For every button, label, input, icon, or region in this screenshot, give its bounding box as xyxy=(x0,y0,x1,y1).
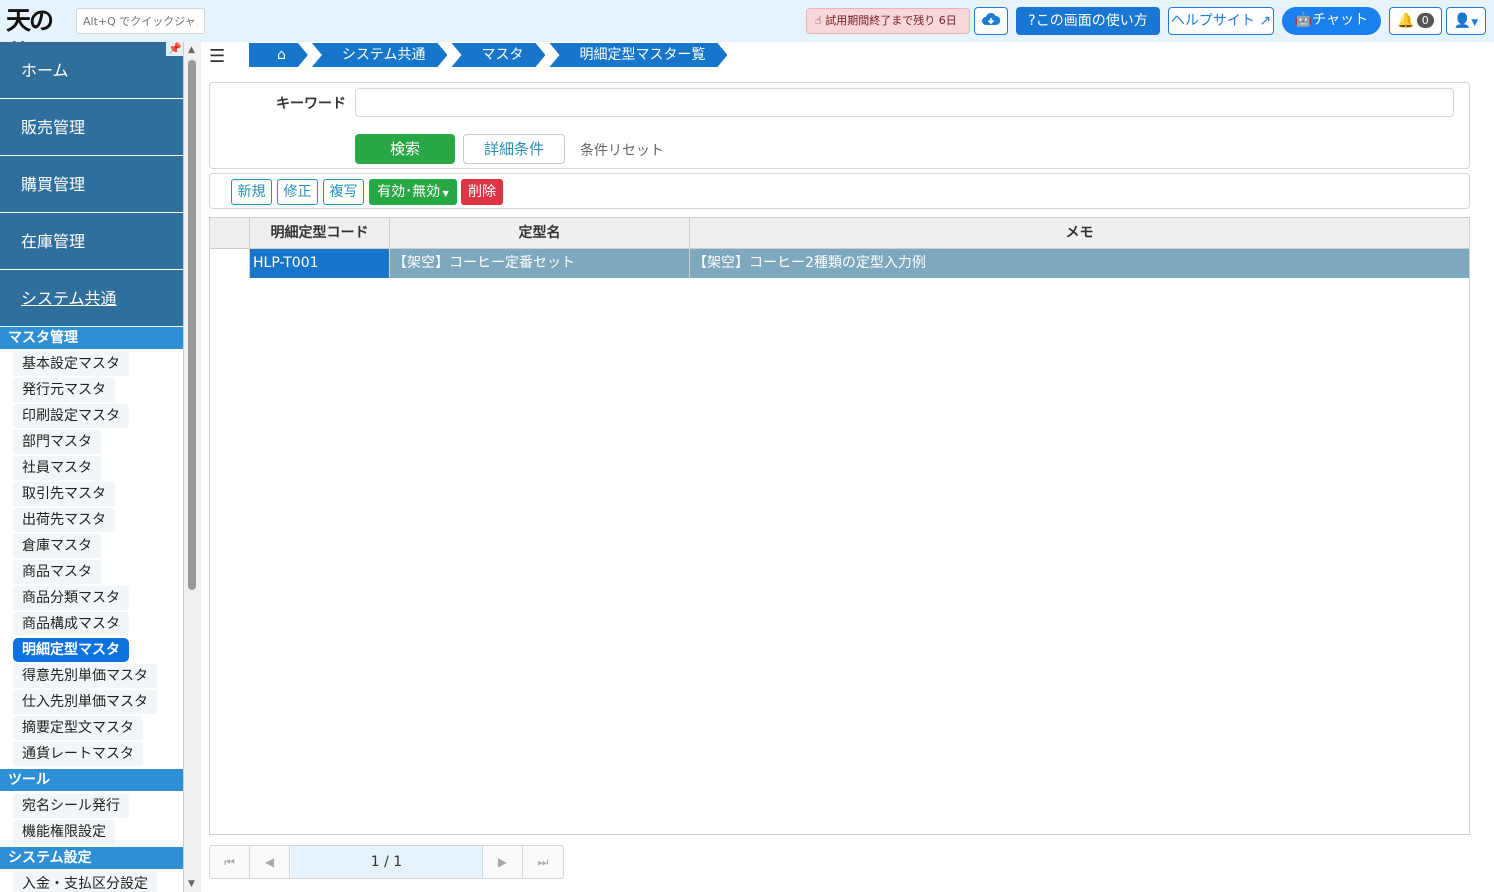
table-row[interactable]: HLP-T001 【架空】コーヒー定番セット 【架空】コーヒー2種類の定型入力例 xyxy=(210,249,1469,278)
scroll-up-icon[interactable]: ▲ xyxy=(188,45,195,55)
copy-button[interactable]: 複写 xyxy=(323,179,364,205)
help-site-label: ヘルプサイト xyxy=(1170,13,1255,29)
section-system-settings: システム設定 xyxy=(0,847,183,869)
column-header[interactable]: 明細定型コード xyxy=(250,218,390,248)
next-page-icon[interactable]: ▶ xyxy=(483,846,523,878)
sidebar-item[interactable]: 倉庫マスタ xyxy=(13,534,101,558)
cell-name[interactable]: 【架空】コーヒー定番セット xyxy=(390,249,690,278)
trial-notice-badge[interactable]: ☝ 試用期間終了まで残り 6日 xyxy=(806,8,970,34)
nav-inventory[interactable]: 在庫管理 xyxy=(0,213,183,270)
breadcrumb-home[interactable]: ⌂ xyxy=(249,43,308,67)
cell-memo[interactable]: 【架空】コーヒー2種類の定型入力例 xyxy=(690,249,1469,278)
search-button[interactable]: 検索 xyxy=(355,134,455,164)
sidebar-item[interactable]: 通貨レートマスタ xyxy=(13,742,143,766)
notification-count: 0 xyxy=(1416,13,1434,28)
search-panel: キーワード 検索 詳細条件 条件リセット xyxy=(209,82,1470,169)
prev-page-icon[interactable]: ◀ xyxy=(250,846,290,878)
sidebar-item[interactable]: 入金・支払区分設定 xyxy=(13,872,157,892)
sidebar-item[interactable]: 部門マスタ xyxy=(13,430,101,454)
cell-code[interactable]: HLP-T001 xyxy=(250,249,390,278)
page-indicator: 1 / 1 xyxy=(291,846,483,878)
breadcrumb-item[interactable]: システム共通 xyxy=(312,43,448,67)
nav-sales[interactable]: 販売管理 xyxy=(0,99,183,156)
hamburger-menu-icon[interactable]: ☰ xyxy=(209,46,225,67)
sidebar-item-active[interactable]: 明細定型マスタ xyxy=(13,638,129,662)
chat-button[interactable]: 🤖チャット xyxy=(1282,7,1381,35)
user-menu-button[interactable]: 👤▼ xyxy=(1446,7,1486,35)
sidebar-item[interactable]: 基本設定マスタ xyxy=(13,352,129,376)
sidebar-item[interactable]: 取引先マスタ xyxy=(13,482,115,506)
quick-jump-input[interactable] xyxy=(76,8,205,34)
scroll-down-icon[interactable]: ▼ xyxy=(188,879,195,889)
nav-purchasing-label: 購買管理 xyxy=(21,175,86,194)
reset-conditions-link[interactable]: 条件リセット xyxy=(580,140,664,160)
sidebar-item[interactable]: 得意先別単価マスタ xyxy=(13,664,157,688)
chat-label: チャット xyxy=(1312,12,1369,28)
pin-icon[interactable]: 📌 xyxy=(166,42,183,56)
nav-home-label: ホーム xyxy=(21,61,69,80)
detail-conditions-button[interactable]: 詳細条件 xyxy=(463,134,565,164)
breadcrumb: ⌂ システム共通 マスタ 明細定型マスター覧 xyxy=(249,43,731,67)
sidebar-item[interactable]: 機能権限設定 xyxy=(13,820,115,844)
breadcrumb-item[interactable]: マスタ xyxy=(451,43,545,67)
keyword-input[interactable] xyxy=(355,88,1454,117)
cloud-download-icon xyxy=(982,12,1001,25)
external-link-icon: ↗ xyxy=(1254,13,1272,29)
hand-pointer-icon: ☝ xyxy=(815,14,822,27)
help-site-button[interactable]: ヘルプサイト ↗ xyxy=(1168,7,1274,35)
sidebar: 📌 ホーム 販売管理 購買管理 在庫管理 システム共通 マスタ管理 基本設定マス… xyxy=(0,42,184,892)
app-logo[interactable]: 天の蔵 xyxy=(6,4,70,69)
toggle-active-button[interactable]: 有効･無効 ▼ xyxy=(369,179,457,205)
bell-icon: 🔔 xyxy=(1397,13,1415,29)
sidebar-item[interactable]: 商品マスタ xyxy=(13,560,101,584)
first-page-icon[interactable]: ⏮ xyxy=(210,846,250,878)
keyword-label: キーワード xyxy=(276,96,346,112)
robot-icon: 🤖 xyxy=(1294,12,1313,28)
how-to-use-button[interactable]: ?この画面の使い方 xyxy=(1016,7,1160,35)
home-icon: ⌂ xyxy=(277,47,286,63)
nav-home[interactable]: ホーム xyxy=(0,42,183,99)
action-toolbar: 新規 修正 複写 有効･無効 ▼ 削除 xyxy=(209,173,1470,209)
nav-sales-label: 販売管理 xyxy=(21,118,86,137)
pager: ⏮ ◀ 1 / 1 ▶ ⏭ xyxy=(209,845,564,879)
data-grid: 明細定型コード 定型名 メモ HLP-T001 【架空】コーヒー定番セット 【架… xyxy=(209,217,1470,835)
sidebar-item[interactable]: 摘要定型文マスタ xyxy=(13,716,143,740)
top-header: 天の蔵 ☝ 試用期間終了まで残り 6日 ?この画面の使い方 ヘルプサイト ↗ 🤖… xyxy=(0,0,1494,69)
caret-down-icon: ▼ xyxy=(440,189,449,198)
download-button[interactable] xyxy=(974,7,1008,35)
delete-button[interactable]: 削除 xyxy=(461,179,503,205)
grid-header: 明細定型コード 定型名 メモ xyxy=(210,218,1469,249)
caret-down-icon: ▼ xyxy=(1471,18,1479,28)
last-page-icon[interactable]: ⏭ xyxy=(523,846,563,878)
breadcrumb-current: 明細定型マスター覧 xyxy=(549,43,727,67)
sidebar-item[interactable]: 発行元マスタ xyxy=(13,378,115,402)
trial-notice-text: 試用期間終了まで残り 6日 xyxy=(825,14,957,27)
nav-system-common[interactable]: システム共通 xyxy=(0,270,183,327)
sidebar-scroll-thumb[interactable] xyxy=(188,60,196,590)
sidebar-item[interactable]: 仕入先別単価マスタ xyxy=(13,690,157,714)
edit-button[interactable]: 修正 xyxy=(277,179,318,205)
sidebar-item[interactable]: 商品構成マスタ xyxy=(13,612,129,636)
header-select xyxy=(210,218,250,248)
nav-system-common-label: システム共通 xyxy=(21,289,117,308)
user-icon: 👤 xyxy=(1453,13,1472,29)
sidebar-item[interactable]: 印刷設定マスタ xyxy=(13,404,129,428)
column-header[interactable]: 定型名 xyxy=(390,218,690,248)
sidebar-item[interactable]: 商品分類マスタ xyxy=(13,586,129,610)
nav-inventory-label: 在庫管理 xyxy=(21,232,86,251)
nav-purchasing[interactable]: 購買管理 xyxy=(0,156,183,213)
sidebar-item[interactable]: 社員マスタ xyxy=(13,456,101,480)
toggle-active-label: 有効･無効 xyxy=(377,184,441,200)
sidebar-item[interactable]: 宛名シール発行 xyxy=(13,794,129,818)
section-tools: ツール xyxy=(0,769,183,791)
row-select[interactable] xyxy=(210,249,250,278)
column-header[interactable]: メモ xyxy=(690,218,1469,248)
section-master: マスタ管理 xyxy=(0,327,183,349)
new-button[interactable]: 新規 xyxy=(231,179,272,205)
notifications-button[interactable]: 🔔 0 xyxy=(1389,7,1442,35)
sidebar-item[interactable]: 出荷先マスタ xyxy=(13,508,115,532)
